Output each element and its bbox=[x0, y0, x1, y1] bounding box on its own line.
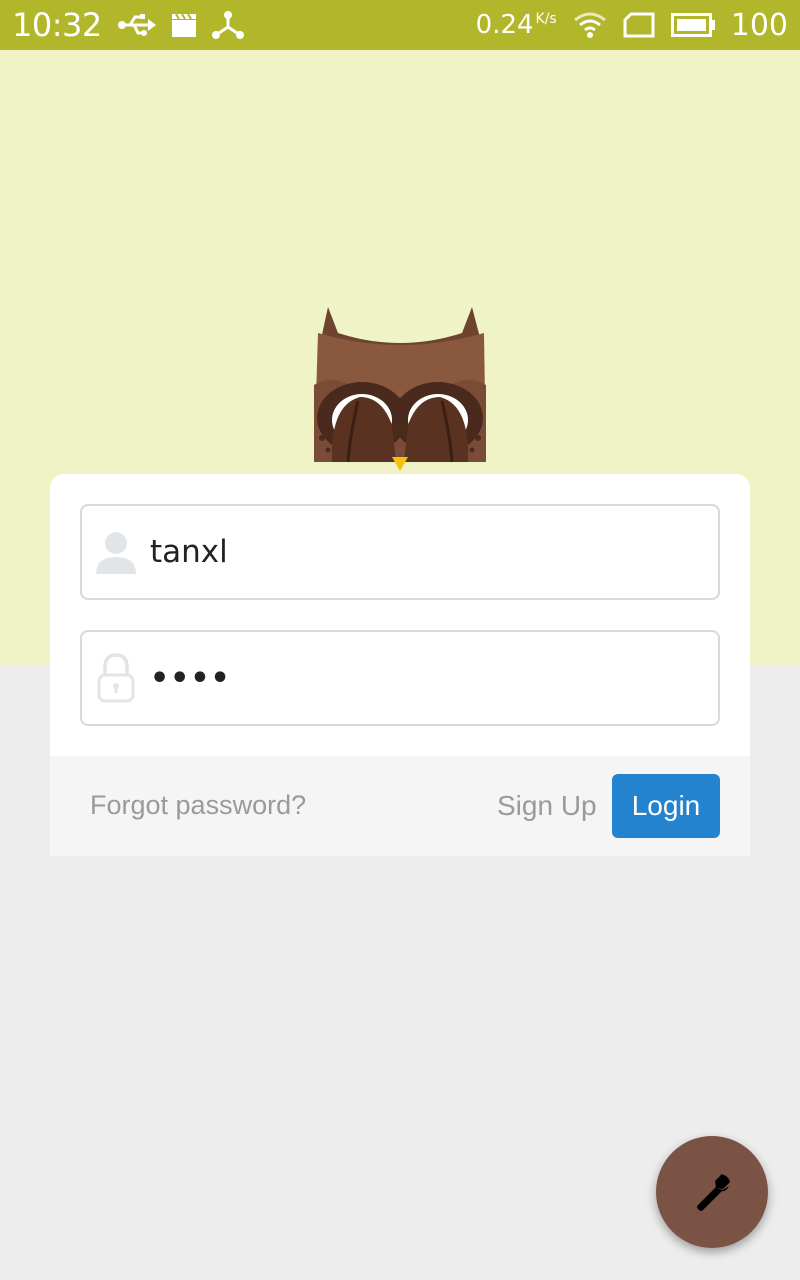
net-speed: 0.24 K/s bbox=[476, 10, 557, 40]
status-bar: 10:32 0.24 K/s 100 bbox=[0, 0, 800, 50]
usb-icon bbox=[117, 14, 156, 36]
net-speed-unit: K/s bbox=[535, 11, 557, 28]
battery-icon bbox=[670, 13, 715, 37]
status-left: 10:32 bbox=[12, 6, 244, 44]
net-speed-value: 0.24 bbox=[475, 10, 534, 40]
sign-up-button[interactable]: Sign Up bbox=[497, 790, 597, 822]
login-button[interactable]: Login bbox=[612, 774, 720, 838]
user-icon bbox=[82, 530, 150, 574]
battery-level: 100 bbox=[730, 7, 788, 43]
login-screen: 10:32 0.24 K/s 100 tanxl •••• Forgot pas… bbox=[0, 0, 800, 1280]
owl-mascot bbox=[314, 307, 486, 471]
status-time: 10:32 bbox=[12, 6, 102, 44]
card-footer: Forgot password? Sign Up Login bbox=[50, 756, 750, 856]
status-right: 0.24 K/s 100 bbox=[476, 8, 788, 43]
password-field[interactable]: •••• bbox=[80, 630, 720, 726]
share-node-icon bbox=[211, 10, 244, 40]
wrench-icon bbox=[697, 1174, 730, 1211]
lock-icon bbox=[82, 653, 150, 703]
username-value: tanxl bbox=[150, 534, 228, 570]
clapperboard-icon bbox=[171, 13, 196, 37]
settings-fab[interactable] bbox=[656, 1136, 768, 1248]
forgot-password-link[interactable]: Forgot password? bbox=[90, 790, 306, 821]
wifi-icon bbox=[573, 12, 607, 38]
login-card: tanxl •••• Forgot password? Sign Up Logi… bbox=[50, 474, 750, 856]
password-value: •••• bbox=[150, 660, 231, 696]
username-field[interactable]: tanxl bbox=[80, 504, 720, 600]
sim-card-icon bbox=[623, 12, 655, 38]
